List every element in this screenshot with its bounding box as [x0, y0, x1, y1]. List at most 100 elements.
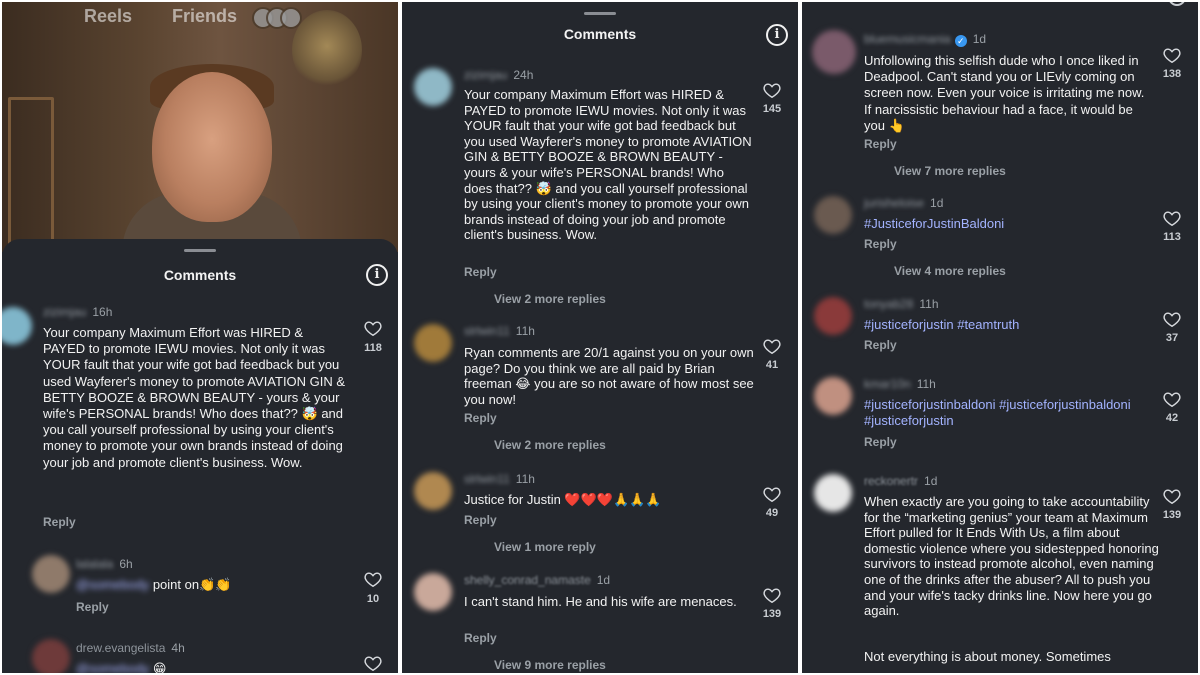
info-icon[interactable]: i: [766, 24, 788, 46]
reply-button[interactable]: Reply: [464, 265, 497, 279]
view-more-replies[interactable]: View 9 more replies: [494, 658, 606, 672]
tab-friends[interactable]: Friends: [172, 6, 237, 27]
heart-icon[interactable]: [1163, 311, 1181, 327]
comments-panel-3: bluemusicmania ✓ 1d Unfollowing this selfi…: [802, 2, 1198, 673]
heart-icon[interactable]: [364, 320, 382, 336]
comment-username[interactable]: slrlwin11: [464, 472, 510, 486]
reply-button[interactable]: Reply: [76, 600, 109, 614]
comment-username[interactable]: drew.evangelista: [76, 641, 165, 655]
heart-icon[interactable]: [1163, 47, 1181, 63]
comment-header: lalalala 6h: [76, 557, 133, 571]
comment-text: @somebody point on👏👏: [76, 577, 326, 593]
heart-icon[interactable]: [763, 587, 781, 603]
comment-header: zizimjau 16h: [43, 305, 112, 319]
video-person-face: [152, 72, 272, 222]
heart-icon[interactable]: [763, 338, 781, 354]
heart-icon[interactable]: [1163, 488, 1181, 504]
view-more-replies[interactable]: View 1 more reply: [494, 540, 596, 554]
avatar[interactable]: [2, 307, 32, 345]
heart-icon[interactable]: [364, 571, 382, 587]
comments-title: Comments: [563, 26, 637, 42]
avatar[interactable]: [814, 377, 852, 415]
reels-tab-bar: Reels Friends: [2, 6, 398, 32]
heart-icon[interactable]: [1163, 210, 1181, 226]
drag-handle[interactable]: [184, 249, 216, 252]
avatar[interactable]: [814, 474, 852, 512]
view-more-replies[interactable]: View 2 more replies: [494, 438, 606, 452]
comment-text: When exactly are you going to take accou…: [864, 494, 1159, 619]
comment-time: 1d: [924, 474, 938, 488]
comment-text: @somebody 😁: [76, 661, 326, 673]
comment-time: 1d: [972, 32, 987, 46]
comment-time: 1d: [596, 573, 611, 587]
heart-icon[interactable]: [1163, 391, 1181, 407]
drag-handle[interactable]: [584, 12, 616, 15]
reply-button[interactable]: Reply: [864, 435, 897, 449]
reply-button[interactable]: Reply: [43, 515, 76, 529]
comment-username[interactable]: zizimjau: [464, 68, 507, 82]
comment-text-content: 😁: [152, 661, 167, 673]
comment-header: bluemusicmania ✓ 1d: [864, 32, 986, 47]
comment-hashtags[interactable]: #justiceforjustinbaldoni #justiceforjust…: [864, 397, 1134, 429]
avatar[interactable]: [32, 555, 70, 593]
comment-username[interactable]: slrlwin11: [464, 324, 510, 338]
reels-comments-panel: Reels Friends Comments i zizimjau 16h You…: [2, 2, 398, 673]
comment-time: 6h: [119, 557, 133, 571]
info-icon[interactable]: i: [366, 264, 388, 286]
avatar[interactable]: [814, 297, 852, 335]
comment-hashtags[interactable]: #justiceforjustin #teamtruth: [864, 317, 1154, 333]
comment-mention[interactable]: @somebody: [76, 577, 149, 592]
comment-text: Unfollowing this selfish dude who I once…: [864, 53, 1145, 133]
comment-header: slrlwin11 11h: [464, 324, 535, 338]
like-count: 42: [1165, 412, 1179, 424]
view-more-replies[interactable]: View 2 more replies: [494, 292, 606, 306]
comment-username[interactable]: reckonertr: [864, 474, 918, 488]
like-count: 138: [1162, 68, 1182, 80]
comment-header: shelly_conrad_namaste 1d: [464, 573, 610, 587]
like-count: 10: [366, 593, 380, 605]
reply-button[interactable]: Reply: [864, 338, 897, 352]
like-count: 139: [762, 608, 782, 620]
avatar[interactable]: [414, 472, 452, 510]
comment-header: reckonertr 1d: [864, 474, 937, 488]
avatar[interactable]: [32, 639, 70, 673]
avatar[interactable]: [814, 196, 852, 234]
reply-button[interactable]: Reply: [464, 411, 497, 425]
heart-icon[interactable]: [763, 82, 781, 98]
reply-button[interactable]: Reply: [864, 237, 897, 251]
comment-username[interactable]: jurisheloise: [864, 196, 924, 210]
like-count: 37: [1165, 332, 1179, 344]
avatar[interactable]: [812, 30, 856, 74]
avatar[interactable]: [414, 573, 452, 611]
like-count: 49: [765, 507, 779, 519]
verified-badge-icon: ✓: [954, 35, 967, 47]
avatar[interactable]: [414, 68, 452, 106]
avatar[interactable]: [414, 324, 452, 362]
view-more-replies[interactable]: View 7 more replies: [894, 164, 1006, 178]
comment-username[interactable]: kmar10n: [864, 377, 911, 391]
heart-icon[interactable]: [1168, 2, 1186, 6]
reel-video[interactable]: Reels Friends: [2, 2, 398, 252]
comment-header: zizimjau 24h: [464, 68, 533, 82]
comment-username[interactable]: shelly_conrad_namaste: [464, 573, 591, 587]
comment-hashtags[interactable]: #JusticeforJustinBaldoni: [864, 216, 1154, 232]
comment-text: Justice for Justin ❤️❤️❤️🙏🙏🙏: [464, 492, 662, 507]
reply-button[interactable]: Reply: [464, 631, 497, 645]
reply-button[interactable]: Reply: [864, 137, 897, 151]
comment-time: 11h: [919, 297, 939, 311]
view-more-replies[interactable]: View 4 more replies: [894, 264, 1006, 278]
comment-username[interactable]: tonyab28: [864, 297, 913, 311]
like-count: 41: [765, 359, 779, 371]
comment-username[interactable]: lalalala: [76, 557, 113, 571]
comment-time: 11h: [916, 377, 936, 391]
heart-icon[interactable]: [364, 655, 382, 671]
comment-username[interactable]: zizimjau: [43, 305, 86, 319]
video-picture-frame: [8, 97, 54, 247]
comments-panel-2: Comments i zizimjau 24h Your company Maxi…: [402, 2, 798, 673]
tab-reels[interactable]: Reels: [84, 6, 132, 27]
reply-button[interactable]: Reply: [464, 513, 497, 527]
comment-username[interactable]: bluemusicmania: [864, 32, 951, 46]
avatar: [280, 7, 302, 29]
comment-mention[interactable]: @somebody: [76, 661, 149, 673]
heart-icon[interactable]: [763, 486, 781, 502]
